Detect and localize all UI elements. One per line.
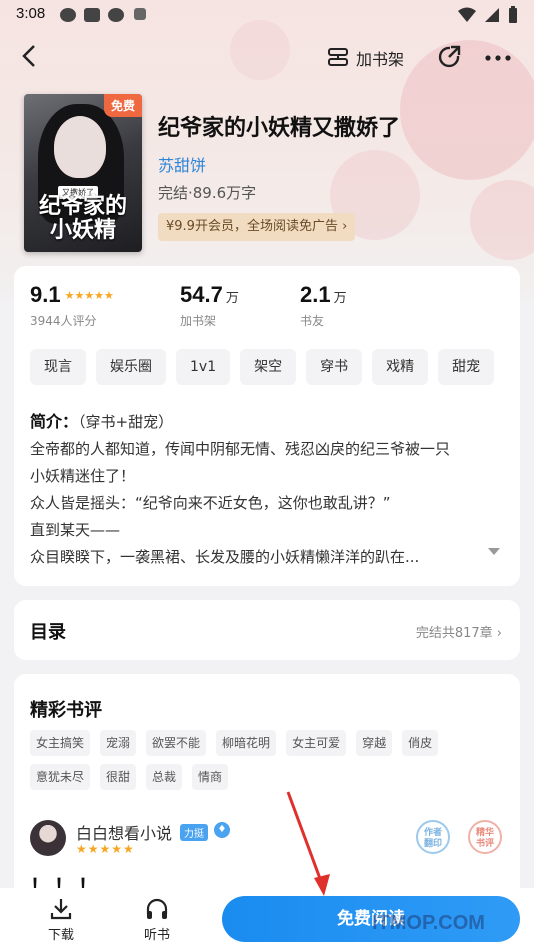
review-tag[interactable]: 总裁 [146,764,183,790]
readers-stat: 2.1 万 书友 [300,282,347,329]
rating-label: 3944人评分 [30,314,97,328]
review-tag[interactable]: 宠溺 [100,730,137,756]
book-cover[interactable]: 又撒娇了 纪爷家的小妖精 免费 [24,94,142,252]
rating-stat: 9.1 ★★★★★ 3944人评分 [30,282,114,329]
add-shelf-label: 加书架 [356,50,405,69]
author-seal-stamp: 作者 翻印 [416,820,450,854]
review-tag[interactable]: 女主可爱 [286,730,347,756]
share-button[interactable] [436,44,462,74]
book-title: 纪爷家的小妖精又撒娇了 [158,116,401,141]
review-tag[interactable]: 柳暗花明 [216,730,277,756]
readers-unit: 万 [333,291,347,306]
status-time: 3:08 [16,5,46,22]
table-of-contents-card[interactable]: 目录 完结共817章 › [14,600,520,660]
status-bar: 3:08 [0,0,534,30]
reviews-title: 精彩书评 [30,700,102,721]
book-intro[interactable]: 简介：（穿书+甜宠） 全帝都的人都知道，传闻中阴郁无情、残忍凶戾的纪三爷被一只 … [30,408,506,571]
genre-tag[interactable]: 戏精 [372,349,429,385]
verified-icon: ♦ [214,822,230,838]
free-badge: 免费 [103,94,142,117]
readers-value: 2.1 [300,282,331,307]
add-to-shelf-button[interactable]: 加书架 [326,46,404,70]
book-status: 完结·89.6万字 [158,184,257,202]
review-tag[interactable]: 意犹未尽 [30,764,91,790]
vip-promo-button[interactable]: ¥9.9开会员，全场阅读免广告 › [158,213,356,241]
genre-tag[interactable]: 穿书 [306,349,363,385]
headphones-icon [146,898,168,919]
review-tag[interactable]: 穿越 [356,730,393,756]
signal-icon [485,8,499,22]
reviewer-badge: 力挺 [180,824,208,841]
top-navigation: 加书架 [0,38,534,82]
reviews-card: 精彩书评 女主搞笑 宠溺 欲罢不能 柳暗花明 女主可爱 穿越 俏皮 意犹未尽 很… [14,674,520,924]
shelf-value: 54.7 [180,282,223,307]
intro-line: 小妖精迷住了！ [30,467,136,485]
reviewer-avatar[interactable] [30,820,66,856]
more-options-button[interactable] [484,40,512,77]
genre-tag[interactable]: 现言 [30,349,86,385]
genre-tag[interactable]: 1v1 [176,349,231,385]
genre-tag[interactable]: 甜宠 [438,349,495,385]
toc-chapter-count: 完结共817章 › [415,626,502,641]
share-icon [438,45,461,68]
reviewer-name[interactable]: 白白想看小说 [76,820,172,844]
download-icon [50,899,72,920]
review-tag[interactable]: 欲罢不能 [146,730,207,756]
app-icon [84,8,100,22]
review-tag[interactable]: 女主搞笑 [30,730,91,756]
back-button[interactable] [22,44,36,74]
shelf-label: 加书架 [180,314,217,328]
featured-review-stamp: 精华 书评 [468,820,502,854]
review-stars: ★★★★★ [76,842,135,856]
shelf-stat: 54.7 万 加书架 [180,282,239,329]
cover-title: 纪爷家的小妖精 [38,193,127,243]
intro-line: 众人皆是摇头：“纪爷向来不近女色，这你也敢乱讲？” [30,494,391,512]
intro-line: 直到某天—— [30,521,121,539]
battery-icon [509,6,517,23]
download-label: 下载 [47,928,74,943]
notification-icon [60,8,76,22]
listen-label: 听书 [143,928,170,943]
cover-art-face [54,116,106,178]
rating-stars: ★★★★★ [64,289,114,302]
review-tag[interactable]: 俏皮 [402,730,439,756]
book-info-card: 9.1 ★★★★★ 3944人评分 54.7 万 加书架 2.1 万 书友 现言 娱乐… [14,266,520,586]
more-icon [485,55,511,61]
review-tags: 女主搞笑 宠溺 欲罢不能 柳暗花明 女主可爱 穿越 俏皮 意犹未尽 很甜 总裁 … [30,730,500,790]
expand-intro-icon[interactable] [488,548,500,555]
rating-value: 9.1 [30,282,61,307]
bookshelf-icon [328,48,348,66]
genre-tag[interactable]: 娱乐圈 [96,349,166,385]
site-watermark: ITMOP.COM [372,912,485,934]
download-button[interactable]: 下载 [36,894,86,943]
notification-icon [108,8,124,22]
back-arrow-icon [22,45,35,67]
shelf-unit: 万 [225,291,239,306]
toc-title: 目录 [30,622,66,643]
genre-tags: 现言 娱乐圈 1v1 架空 穿书 戏精 甜宠 [30,349,495,385]
listen-button[interactable]: 听书 [132,894,182,943]
readers-label: 书友 [300,314,325,328]
genre-tag[interactable]: 架空 [240,349,297,385]
wifi-icon [458,7,476,22]
review-tag[interactable]: 很甜 [100,764,137,790]
review-tag[interactable]: 情商 [192,764,229,790]
intro-line: 全帝都的人都知道，传闻中阴郁无情、残忍凶戾的纪三爷被一只 [30,440,451,458]
app-icon [134,8,146,20]
intro-line: 众目睽睽下，一袭黑裙、长发及腰的小妖精懒洋洋的趴在... [30,548,420,566]
author-link[interactable]: 苏甜饼 [158,152,206,176]
intro-heading: 简介： [30,412,79,431]
intro-line: （穿书+甜宠） [78,413,174,431]
